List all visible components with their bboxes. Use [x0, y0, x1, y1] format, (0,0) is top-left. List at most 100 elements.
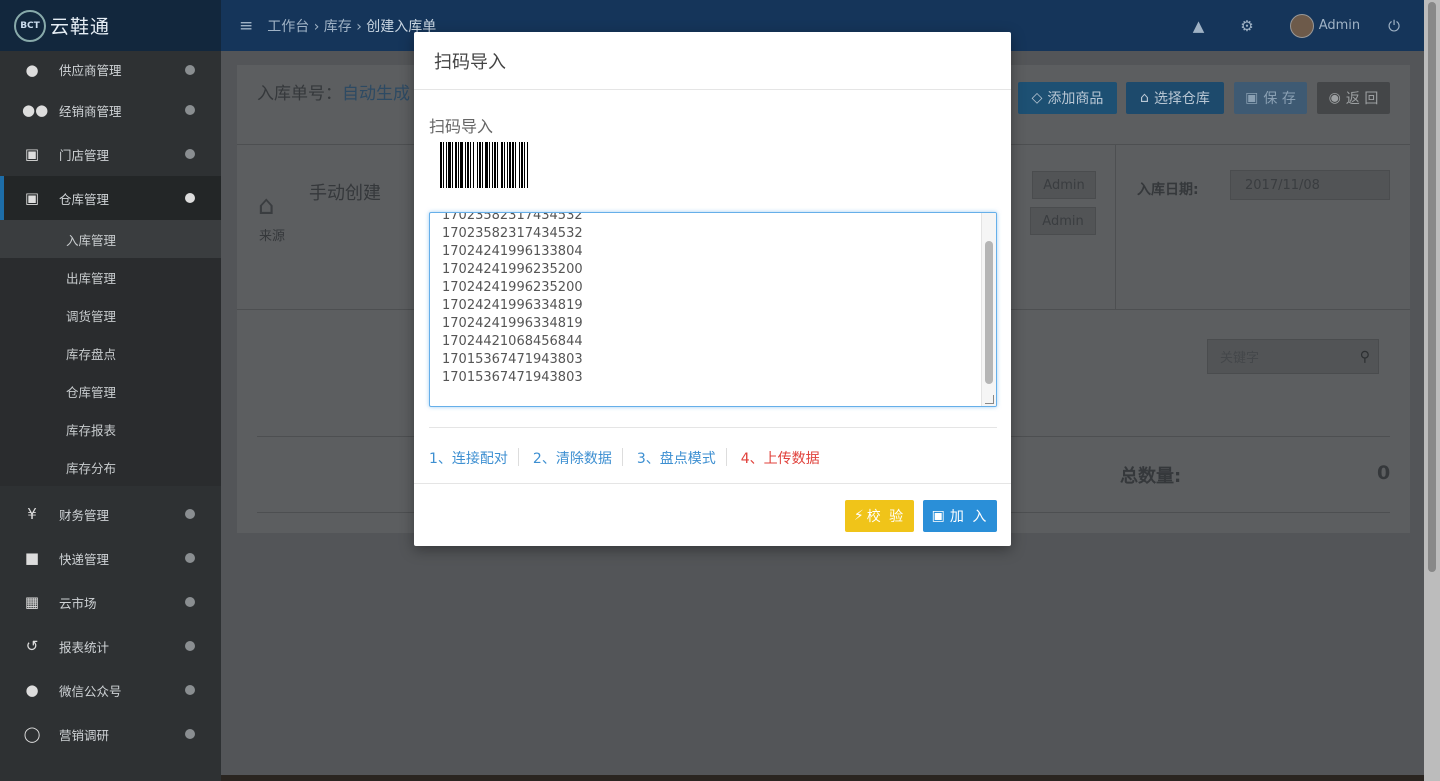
sidebar: BCT 云鞋通 ● 供应商管理 ●● 经销商管理 ▣ 门店管理 ▣ 仓库管理 入…: [0, 0, 221, 781]
verify-button[interactable]: ⚡ 校 验: [845, 500, 914, 532]
sidebar-item-dealer[interactable]: ●● 经销商管理: [0, 88, 221, 132]
chevron-right-icon: [185, 509, 195, 519]
subitem-inbound[interactable]: 入库管理: [0, 220, 221, 258]
barcode-image: [440, 142, 618, 188]
sidebar-item-store[interactable]: ▣ 门店管理: [0, 132, 221, 176]
truck-icon: ■: [24, 549, 40, 567]
scanned-codes-textarea[interactable]: 17023582317434532 17023582317434532 170242…: [429, 212, 997, 407]
sidebar-item-wechat[interactable]: ● 微信公众号: [0, 668, 221, 712]
scanned-code: 17015367471943803: [442, 352, 583, 367]
lightbulb-icon: ◯: [23, 725, 41, 743]
chevron-right-icon: [185, 105, 195, 115]
power-icon[interactable]: ⏻: [1388, 17, 1400, 35]
add-product-button[interactable]: ◇ 添加商品: [1018, 82, 1117, 114]
scan-import-modal: 扫码导入 扫码导入 17023582317434532 1702358231743…: [414, 32, 1011, 546]
upload-data-link[interactable]: 4、上传数据: [741, 448, 830, 468]
admin-field-2[interactable]: Admin: [1030, 207, 1096, 235]
scanned-code: 17024241996235200: [442, 262, 583, 277]
app-logo[interactable]: BCT 云鞋通: [0, 0, 221, 51]
search-icon[interactable]: ⚲: [1360, 349, 1370, 365]
subitem-distribution[interactable]: 库存分布: [0, 448, 221, 486]
avatar[interactable]: [1289, 13, 1314, 38]
user-icon: ●: [25, 60, 39, 79]
source-title: 手动创建: [309, 183, 381, 204]
sidebar-item-label: 报表统计: [59, 639, 110, 655]
connect-pair-link[interactable]: 1、连接配对: [429, 448, 518, 468]
breadcrumb-item[interactable]: 库存: [324, 19, 352, 35]
textarea-scrollbar[interactable]: [981, 213, 996, 406]
user-name[interactable]: Admin: [1319, 18, 1360, 33]
sidebar-item-market[interactable]: ▦ 云市场: [0, 580, 221, 624]
home-icon: ⌂: [1140, 90, 1149, 106]
date-label: 入库日期:: [1137, 182, 1199, 198]
sidebar-item-reports[interactable]: ↺ 报表统计: [0, 624, 221, 668]
users-icon: ●●: [22, 101, 49, 119]
sidebar-item-label: 营销调研: [59, 727, 110, 743]
gear-icon[interactable]: ⚙: [1240, 17, 1253, 35]
archive-icon: ▣: [24, 189, 40, 207]
sidebar-item-label: 供应商管理: [59, 63, 122, 78]
floppy-icon: ▣: [931, 508, 945, 524]
resize-grip-icon[interactable]: [985, 395, 994, 404]
wechat-icon: ●: [25, 681, 39, 699]
cube-icon: ◇: [1031, 90, 1043, 106]
sidebar-item-express[interactable]: ■ 快递管理: [0, 536, 221, 580]
page-scrollbar-thumb[interactable]: [1428, 2, 1436, 572]
scan-actions: 1、连接配对 2、清除数据 3、盘点模式 4、上传数据: [429, 448, 830, 468]
scanned-code: 17015367471943803: [442, 370, 583, 385]
page-scrollbar[interactable]: [1424, 0, 1440, 781]
back-circle-icon: ◉: [1328, 90, 1341, 106]
chevron-right-icon: [185, 553, 195, 563]
building-icon: ▦: [24, 593, 40, 611]
sidebar-item-supplier[interactable]: ● 供应商管理: [0, 51, 221, 88]
scanned-code: 17024421068456844: [442, 334, 583, 349]
order-no-value: 自动生成: [342, 84, 410, 104]
stocktake-mode-link[interactable]: 3、盘点模式: [637, 448, 726, 468]
sidebar-item-label: 快递管理: [59, 551, 110, 567]
scanned-code: 17024241996133804: [442, 244, 583, 259]
warehouse-submenu: 入库管理 出库管理 调货管理 库存盘点 仓库管理 库存报表 库存分布: [0, 220, 221, 486]
chevron-down-icon: [185, 193, 195, 203]
menu-toggle-icon[interactable]: ≡: [239, 16, 253, 36]
chevron-right-icon: [185, 685, 195, 695]
scanned-code: 17024241996235200: [442, 280, 583, 295]
back-button[interactable]: ◉ 返 回: [1317, 82, 1390, 114]
sidebar-item-finance[interactable]: ¥ 财务管理: [0, 492, 221, 536]
logo-badge: BCT: [14, 9, 46, 42]
keyword-search-input[interactable]: 关键字 ⚲: [1207, 339, 1379, 374]
subitem-stocktake[interactable]: 库存盘点: [0, 334, 221, 372]
sidebar-item-warehouse[interactable]: ▣ 仓库管理: [0, 176, 221, 220]
chevron-right-icon: [185, 149, 195, 159]
yen-icon: ¥: [27, 505, 37, 523]
subitem-report[interactable]: 库存报表: [0, 410, 221, 448]
floppy-icon: ▣: [1245, 90, 1259, 106]
subitem-transfer[interactable]: 调货管理: [0, 296, 221, 334]
sidebar-item-label: 经销商管理: [59, 103, 122, 119]
scanned-code: 17023582317434532: [442, 212, 583, 223]
bottom-strip: [221, 775, 1424, 781]
scan-label: 扫码导入: [429, 117, 494, 136]
bolt-icon: ⚡: [853, 508, 864, 524]
scanned-code: 17024241996334819: [442, 298, 583, 313]
admin-field-1[interactable]: Admin: [1032, 171, 1096, 199]
chevron-right-icon: [185, 641, 195, 651]
subitem-warehouse[interactable]: 仓库管理: [0, 372, 221, 410]
breadcrumb: 工作台 › 库存 › 创建入库单: [267, 18, 437, 35]
total-quantity-value: 0: [1377, 462, 1391, 484]
subitem-outbound[interactable]: 出库管理: [0, 258, 221, 296]
modal-title: 扫码导入: [414, 32, 1011, 90]
clear-data-link[interactable]: 2、清除数据: [533, 448, 622, 468]
breadcrumb-item[interactable]: 工作台: [267, 19, 309, 35]
chevron-right-icon: [185, 64, 195, 75]
graduation-cap-icon[interactable]: ▲: [1193, 17, 1205, 35]
sidebar-item-survey[interactable]: ◯ 营销调研: [0, 712, 221, 756]
date-field[interactable]: 2017/11/08: [1230, 170, 1390, 200]
select-warehouse-button[interactable]: ⌂ 选择仓库: [1126, 82, 1224, 114]
store-icon: ▣: [24, 145, 40, 163]
total-quantity-label: 总数量:: [1120, 466, 1182, 487]
save-button[interactable]: ▣ 保 存: [1234, 82, 1307, 114]
sidebar-item-label: 门店管理: [59, 147, 110, 163]
scanned-code: 17024241996334819: [442, 316, 583, 331]
textarea-scrollbar-thumb[interactable]: [985, 241, 993, 384]
join-button[interactable]: ▣ 加 入: [923, 500, 997, 532]
